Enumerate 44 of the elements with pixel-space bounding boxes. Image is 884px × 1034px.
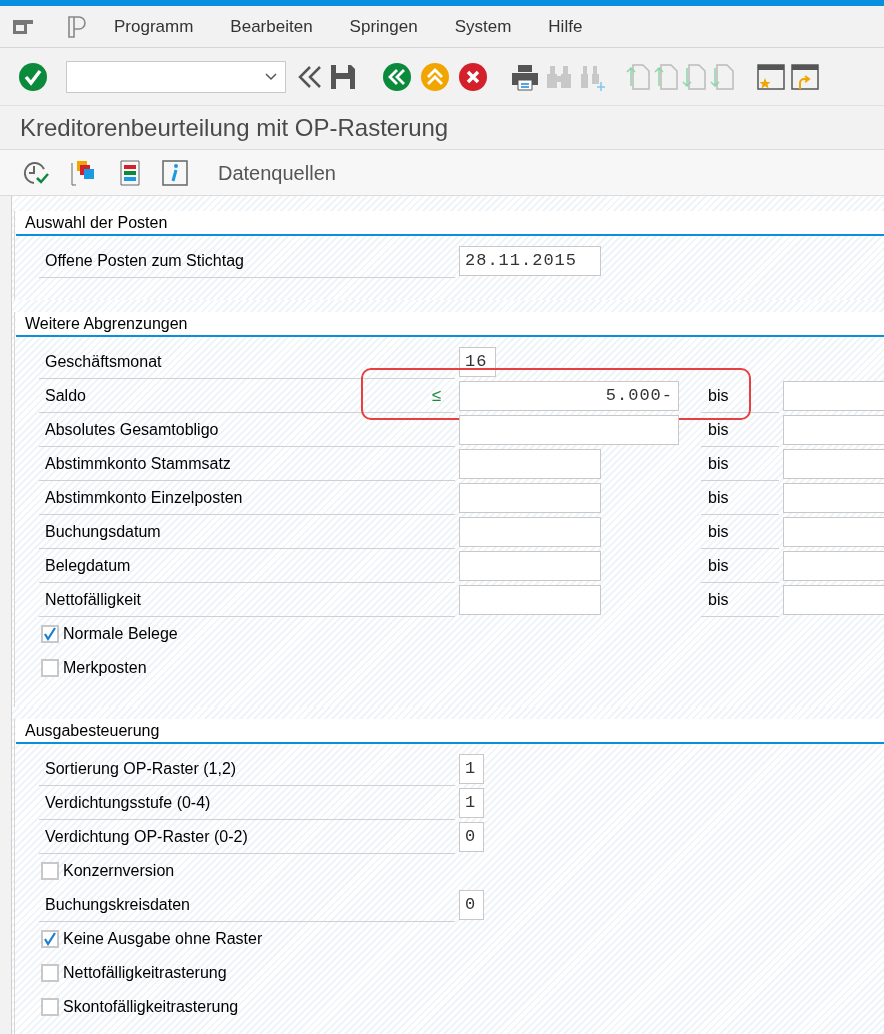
field-label: Abstimmkonto Einzelposten	[45, 487, 243, 508]
checkbox-label: Merkposten	[63, 658, 147, 678]
range-label: bis	[708, 555, 729, 576]
checkbox-label: Skontofälligkeitrasterung	[63, 997, 239, 1017]
input-field[interactable]: 28.11.2015	[459, 246, 601, 276]
field-label: Buchungskreisdaten	[45, 894, 190, 915]
menu-item[interactable]: System	[454, 13, 512, 40]
menu-item[interactable]: Bearbeiten	[230, 13, 313, 40]
section-title: Auswahl der Posten	[25, 212, 168, 233]
range-label: bis	[708, 589, 729, 610]
operator-sign[interactable]: ≤	[431, 382, 441, 409]
section-title: Weitere Abgrenzungen	[25, 313, 188, 334]
range-label: bis	[708, 385, 729, 406]
field-label: Belegdatum	[45, 555, 131, 576]
checkbox-label: Normale Belege	[63, 624, 178, 644]
input-field[interactable]: 0	[459, 890, 484, 920]
field-label: Sortierung OP-Raster (1,2)	[45, 758, 237, 779]
data-sources-button[interactable]: Datenquellen	[218, 157, 336, 188]
field-label: Buchungsdatum	[45, 521, 161, 542]
field-label: Geschäftsmonat	[45, 351, 162, 372]
input-field[interactable]: 16	[459, 347, 496, 377]
field-label: Nettofälligkeit	[45, 589, 142, 610]
range-label: bis	[708, 453, 729, 474]
field-label: Offene Posten zum Stichtag	[45, 250, 244, 271]
checkbox-label: Keine Ausgabe ohne Raster	[63, 929, 263, 949]
input-field[interactable]: 0	[459, 822, 484, 852]
menu-item[interactable]: Programm	[114, 13, 194, 40]
input-field[interactable]: 1	[459, 788, 484, 818]
range-label: bis	[708, 487, 729, 508]
checkbox-label: Konzernversion	[63, 861, 175, 881]
field-label: Abstimmkonto Stammsatz	[45, 453, 231, 474]
field-label: Verdichtungsstufe (0-4)	[45, 792, 211, 813]
screen-title: Kreditorenbeurteilung mit OP-Rasterung	[20, 112, 449, 143]
field-label: Absolutes Gesamtobligo	[45, 419, 219, 440]
input-field[interactable]: 5.000-	[459, 381, 679, 411]
menu-item[interactable]: Hilfe	[548, 13, 583, 40]
section-title: Ausgabesteuerung	[25, 720, 160, 741]
field-label: Verdichtung OP-Raster (0-2)	[45, 826, 248, 847]
range-label: bis	[708, 419, 729, 440]
range-label: bis	[708, 521, 729, 542]
checkbox-label: Nettofälligkeitrasterung	[63, 963, 227, 983]
input-field[interactable]: 1	[459, 754, 484, 784]
field-label: Saldo	[45, 385, 86, 406]
menu-item[interactable]: Springen	[349, 13, 418, 40]
